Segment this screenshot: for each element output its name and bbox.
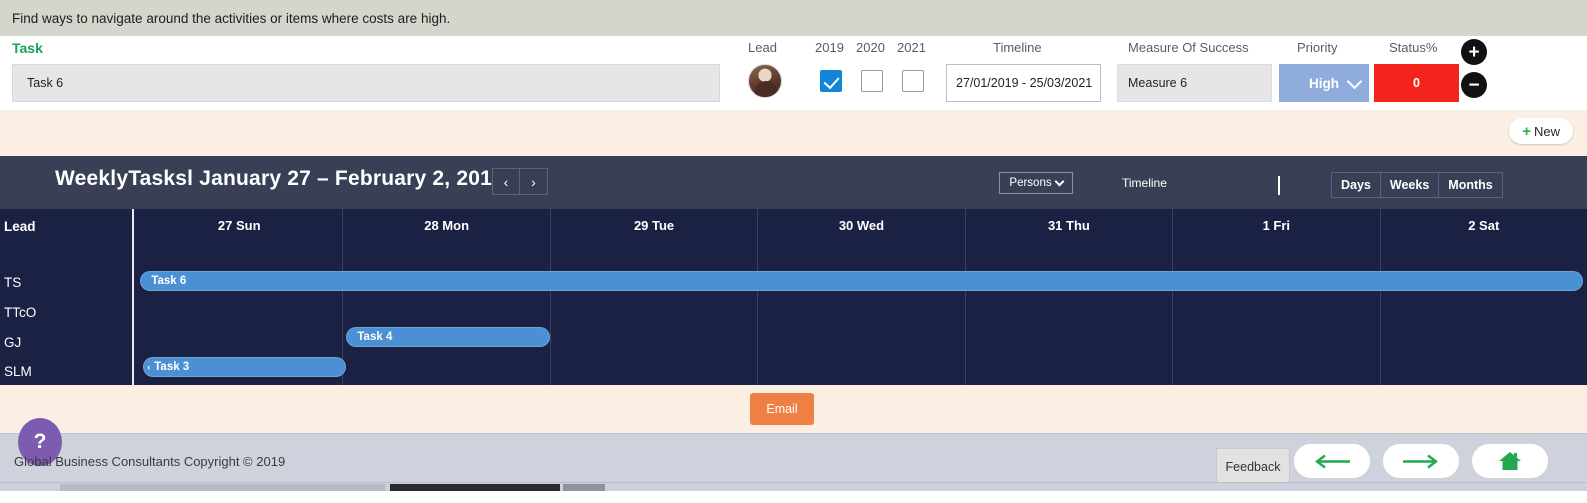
gantt-week-nav: ‹ › xyxy=(492,168,548,195)
unit-days-button[interactable]: Days xyxy=(1331,172,1381,198)
feedback-button[interactable]: Feedback xyxy=(1216,448,1290,486)
column-header-task: Task xyxy=(12,40,43,56)
gantt-lead-ttco: TTcO xyxy=(4,305,37,320)
gantt-day-label: 30 Wed xyxy=(838,218,885,233)
gantt-lead-slm: SLM xyxy=(4,364,32,379)
timeline-dropdown-toggle[interactable] xyxy=(1278,176,1280,195)
chevron-down-icon xyxy=(1054,176,1065,187)
gantt-timeline-label: Timeline xyxy=(1122,176,1167,190)
gantt-bar[interactable]: Task 6 xyxy=(140,271,1583,291)
copyright-text: Global Business Consultants Copyright © … xyxy=(14,454,286,469)
gantt-day-column[interactable]: 30 Wed xyxy=(758,209,966,385)
gantt-day-column[interactable]: 2 Sat xyxy=(1381,209,1587,385)
new-item-strip: + New xyxy=(0,110,1587,156)
column-header-lead: Lead xyxy=(748,40,777,55)
unit-months-button[interactable]: Months xyxy=(1439,172,1503,198)
back-button[interactable] xyxy=(1293,443,1371,479)
checkbox-2020[interactable] xyxy=(861,70,883,92)
scrollbar-thumb-active[interactable] xyxy=(390,484,560,491)
arrow-left-icon xyxy=(1315,454,1350,468)
gantt-day-column[interactable]: 28 Mon xyxy=(343,209,551,385)
avatar[interactable] xyxy=(748,64,782,98)
column-header-timeline: Timeline xyxy=(993,40,1042,55)
gantt-bar[interactable]: Task 4 xyxy=(346,327,550,347)
gantt-bar-handle[interactable]: ‹ xyxy=(147,362,150,372)
gantt-day-label: 28 Mon xyxy=(424,218,470,233)
home-icon xyxy=(1499,452,1521,470)
gantt-unit-toggle: Days Weeks Months xyxy=(1331,172,1503,198)
new-button[interactable]: + New xyxy=(1509,118,1573,144)
forward-button[interactable] xyxy=(1382,443,1460,479)
persons-dropdown[interactable]: Persons xyxy=(999,172,1073,194)
chevron-down-icon[interactable] xyxy=(1340,64,1369,102)
scrollbar-thumb[interactable] xyxy=(60,484,385,491)
gantt-lead-gj: GJ xyxy=(4,335,22,350)
instruction-text: Find ways to navigate around the activit… xyxy=(12,10,451,26)
task-editor-panel: Task Lead 2019 2020 2021 Timeline Measur… xyxy=(0,36,1587,110)
gantt-title: WeeklyTasksl January 27 – February 2, 20… xyxy=(55,167,504,190)
arrow-right-icon xyxy=(1403,454,1438,468)
email-button[interactable]: Email xyxy=(750,393,814,425)
home-button[interactable] xyxy=(1471,443,1549,479)
next-week-button[interactable]: › xyxy=(520,168,548,195)
unit-weeks-button[interactable]: Weeks xyxy=(1380,172,1440,198)
timeline-date-range-input[interactable]: 27/01/2019 - 25/03/2021 xyxy=(946,64,1101,102)
persons-label: Persons xyxy=(1009,177,1052,189)
gantt-day-label: 31 Thu xyxy=(1047,218,1090,233)
gantt-lead-column: Lead TS TTcO GJ SLM xyxy=(0,209,134,385)
new-button-label: New xyxy=(1533,123,1560,139)
email-strip: Email xyxy=(0,385,1587,433)
gantt-day-columns: 27 Sun 28 Mon 29 Tue 30 Wed 31 Thu 1 Fri… xyxy=(136,209,1587,385)
checkbox-2021[interactable] xyxy=(902,70,924,92)
status-percent-input[interactable]: 0 xyxy=(1374,64,1459,102)
instruction-banner: Find ways to navigate around the activit… xyxy=(0,0,1587,36)
column-header-2020: 2020 xyxy=(856,40,885,55)
prev-week-button[interactable]: ‹ xyxy=(492,168,520,195)
measure-of-success-input[interactable]: Measure 6 xyxy=(1117,64,1272,102)
gantt-day-column[interactable]: 31 Thu xyxy=(966,209,1174,385)
gantt-bar-label: Task 4 xyxy=(357,331,393,343)
gantt-bar-label: Task 3 xyxy=(154,361,190,373)
column-header-measure: Measure Of Success xyxy=(1128,40,1249,55)
column-header-priority: Priority xyxy=(1297,40,1338,55)
column-header-2019: 2019 xyxy=(815,40,844,55)
gantt-day-label: 29 Tue xyxy=(633,218,675,233)
gantt-lead-ts: TS xyxy=(4,275,22,290)
task-name-input[interactable]: Task 6 xyxy=(12,64,720,102)
gantt-bar[interactable]: ‹ Task 3 xyxy=(143,357,347,377)
page-footer: ? Global Business Consultants Copyright … xyxy=(0,418,1587,491)
column-header-2021: 2021 xyxy=(897,40,926,55)
gantt-day-label: 1 Fri xyxy=(1262,218,1291,233)
task-row: Task 6 27/01/2019 - 25/03/2021 Measure 6… xyxy=(0,39,1587,108)
task-column-headers: Task Lead 2019 2020 2021 Timeline Measur… xyxy=(0,36,1587,64)
scrollbar-thumb-secondary[interactable] xyxy=(563,484,605,491)
gantt-grid: Lead TS TTcO GJ SLM 27 Sun 28 Mon 29 Tue… xyxy=(0,209,1587,385)
checkbox-2019[interactable] xyxy=(820,70,842,92)
gantt-day-label: 27 Sun xyxy=(217,218,261,233)
gantt-day-label: 2 Sat xyxy=(1468,218,1500,233)
gantt-day-column[interactable]: 29 Tue xyxy=(551,209,759,385)
horizontal-scrollbar[interactable] xyxy=(0,482,1587,491)
gantt-lead-header: Lead xyxy=(4,219,36,234)
column-header-status: Status% xyxy=(1389,40,1438,55)
gantt-day-column[interactable]: 1 Fri xyxy=(1173,209,1381,385)
plus-icon: + xyxy=(1522,122,1531,140)
remove-row-button[interactable]: − xyxy=(1461,72,1487,98)
add-row-button[interactable]: + xyxy=(1461,39,1487,65)
gantt-bar-label: Task 6 xyxy=(151,275,187,287)
